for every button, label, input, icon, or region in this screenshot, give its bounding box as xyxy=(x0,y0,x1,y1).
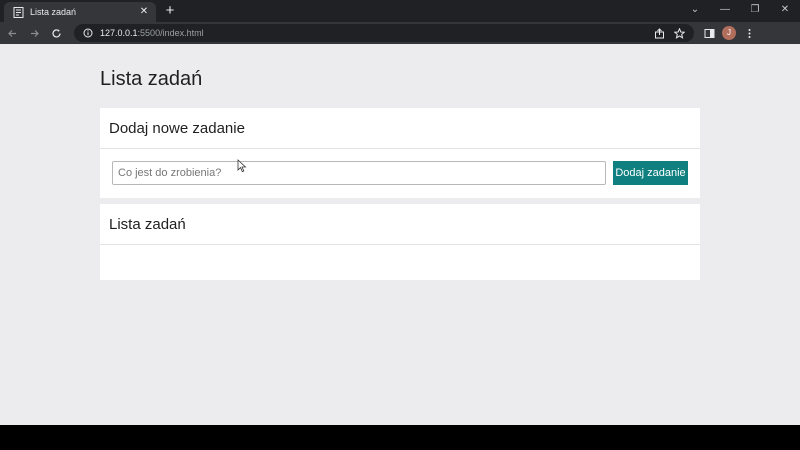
close-window-button[interactable]: ✕ xyxy=(770,0,800,18)
task-list xyxy=(100,245,700,279)
star-icon[interactable] xyxy=(672,26,686,40)
task-list-header: Lista zadań xyxy=(100,204,700,245)
reload-icon[interactable] xyxy=(46,23,66,43)
share-icon[interactable] xyxy=(652,26,666,40)
tab-title: Lista zadań xyxy=(30,7,77,17)
profile-avatar[interactable]: J xyxy=(722,26,736,40)
menu-icon[interactable] xyxy=(742,26,756,40)
url-host: 127.0.0.1 xyxy=(100,28,138,38)
url-text: 127.0.0.1:5500/index.html xyxy=(100,28,204,38)
add-task-card: Dodaj nowe zadanie Dodaj zadanie xyxy=(100,108,700,198)
address-bar[interactable]: 127.0.0.1:5500/index.html xyxy=(74,24,694,42)
add-task-button[interactable]: Dodaj zadanie xyxy=(613,161,688,185)
mouse-cursor-icon xyxy=(237,159,247,173)
restore-button[interactable]: ❐ xyxy=(740,0,770,18)
url-path: :5500/index.html xyxy=(137,28,204,38)
forward-icon[interactable] xyxy=(24,23,44,43)
taskbar-strip xyxy=(0,425,800,450)
add-task-header: Dodaj nowe zadanie xyxy=(100,108,700,149)
tab-search-icon[interactable]: ⌄ xyxy=(680,0,710,18)
window-controls: ⌄ — ❐ ✕ xyxy=(680,0,800,18)
document-icon xyxy=(12,6,24,18)
close-tab-icon[interactable]: ✕ xyxy=(138,6,150,18)
browser-toolbar: 127.0.0.1:5500/index.html J xyxy=(0,22,800,44)
info-icon[interactable] xyxy=(82,27,94,39)
tab-strip: Lista zadań ✕ + ⌄ — ❐ ✕ xyxy=(0,0,800,22)
add-task-form: Dodaj zadanie xyxy=(112,161,688,185)
task-input[interactable] xyxy=(112,161,606,185)
minimize-button[interactable]: — xyxy=(710,0,740,18)
page-title: Lista zadań xyxy=(100,68,203,90)
browser-tab[interactable]: Lista zadań ✕ xyxy=(4,2,156,22)
new-tab-button[interactable]: + xyxy=(160,1,180,21)
task-list-card: Lista zadań xyxy=(100,204,700,280)
back-icon[interactable] xyxy=(2,23,22,43)
sidebar-icon[interactable] xyxy=(702,26,716,40)
page-viewport: Lista zadań Dodaj nowe zadanie Dodaj zad… xyxy=(0,44,800,425)
